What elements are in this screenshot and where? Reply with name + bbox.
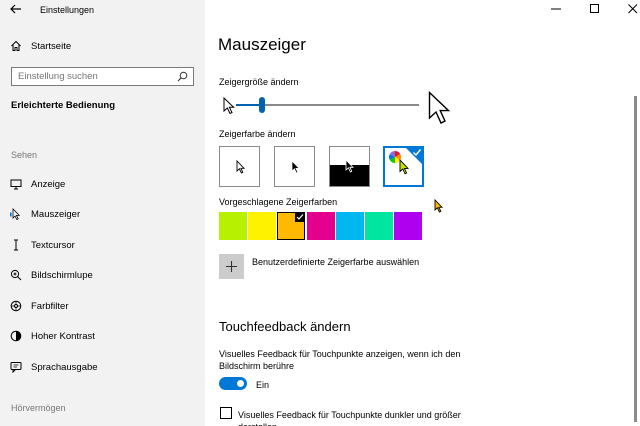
toggle-knob (237, 380, 244, 387)
pointer-color-custom[interactable] (383, 146, 424, 187)
color-swatch[interactable] (394, 212, 423, 240)
add-custom-color-label[interactable]: Benutzerdefinierte Zeigerfarbe auswählen (252, 257, 419, 267)
swatch-checkmark-icon (295, 212, 306, 222)
home-icon (11, 40, 21, 51)
search-icon[interactable] (177, 71, 188, 82)
color-swatch[interactable] (365, 212, 393, 240)
inverted-pointer-icon (345, 159, 354, 173)
sidebar-item-anzeige[interactable]: Anzeige (0, 173, 205, 195)
sidebar: Einstellungen Startseite Erleichterte Be… (0, 0, 205, 426)
pointer-color-black[interactable] (274, 146, 315, 187)
close-button[interactable] (626, 4, 640, 17)
scrollbar[interactable] (634, 96, 637, 422)
sidebar-item-label: Hoher Kontrast (31, 330, 95, 342)
back-button[interactable] (8, 4, 24, 18)
maximize-icon (590, 4, 599, 13)
touch-feedback-toggle[interactable] (219, 377, 247, 390)
add-custom-color-button[interactable] (219, 254, 244, 279)
color-swatch[interactable] (219, 212, 247, 240)
section-header-hoervermoegen: Hörvermögen (11, 403, 66, 413)
breadcrumb: Erleichterte Bedienung (11, 100, 115, 111)
back-arrow-icon (10, 4, 21, 14)
pointer-color-white[interactable] (219, 146, 260, 187)
minimize-icon (551, 8, 561, 10)
close-icon (628, 4, 638, 14)
sidebar-item-hoher-kontrast[interactable]: Hoher Kontrast (0, 325, 205, 347)
large-pointer-icon (428, 91, 451, 124)
pointer-size-slider-thumb[interactable] (259, 97, 265, 113)
sidebar-item-label: Anzeige (31, 178, 66, 190)
color-filter-icon (10, 300, 22, 312)
app-title: Einstellungen (40, 5, 95, 15)
minimize-button[interactable] (549, 4, 563, 17)
black-pointer-icon (291, 160, 300, 174)
checkmark-icon (413, 149, 422, 157)
dark-feedback-checkbox[interactable] (220, 407, 232, 419)
magnifier-icon (10, 269, 22, 281)
color-swatch[interactable] (248, 212, 277, 240)
mouse-pointer-icon (10, 208, 21, 220)
color-swatch[interactable] (277, 212, 306, 240)
home-link[interactable]: Startseite (10, 39, 71, 53)
touch-feedback-description: Visuelles Feedback für Touchpunkte anzei… (219, 349, 461, 371)
maximize-button[interactable] (588, 4, 602, 17)
sidebar-item-label: Farbfilter (31, 300, 69, 312)
sidebar-item-bildschirmlupe[interactable]: Bildschirmlupe (0, 264, 205, 286)
search-box[interactable] (11, 67, 194, 86)
sidebar-item-mauszeiger[interactable]: Mauszeiger (0, 203, 205, 225)
preview-pointer-icon (434, 199, 444, 213)
color-swatch[interactable] (306, 212, 335, 240)
small-pointer-icon (223, 97, 235, 115)
dark-feedback-label[interactable]: Visuelles Feedback für Touchpunkte dunkl… (238, 409, 498, 426)
pointer-color-label: Zeigerfarbe ändern (219, 129, 296, 139)
pointer-color-inverted[interactable] (329, 146, 370, 187)
high-contrast-icon (10, 330, 22, 342)
plus-icon (226, 261, 237, 272)
search-input[interactable] (18, 71, 178, 82)
titlebar-left: Einstellungen (0, 0, 205, 22)
white-pointer-icon (236, 160, 246, 174)
suggested-colors-label: Vorgeschlagene Zeigerfarben (219, 197, 338, 207)
touch-feedback-heading: Touchfeedback ändern (219, 319, 351, 334)
sidebar-item-sprachausgabe[interactable]: Sprachausgabe (0, 356, 205, 378)
sidebar-item-label: Bildschirmlupe (31, 269, 93, 281)
sidebar-item-textcursor[interactable]: Textcursor (0, 234, 205, 256)
sidebar-item-label: Textcursor (31, 239, 75, 251)
page-title: Mauszeiger (218, 35, 306, 54)
main-content: Mauszeiger Zeigergröße ändern Zeigerfarb… (205, 0, 640, 426)
section-header-sehen: Sehen (11, 150, 38, 160)
pointer-size-label: Zeigergröße ändern (219, 77, 299, 87)
monitor-icon (10, 179, 22, 190)
narrator-icon (10, 362, 22, 373)
home-label: Startseite (31, 40, 72, 52)
toggle-state-label: Ein (256, 380, 270, 390)
sidebar-item-label: Sprachausgabe (31, 361, 98, 373)
color-swatch[interactable] (335, 212, 364, 240)
sidebar-item-label: Mauszeiger (31, 208, 81, 220)
sidebar-item-farbfilter[interactable]: Farbfilter (0, 295, 205, 317)
text-cursor-icon (14, 239, 18, 251)
